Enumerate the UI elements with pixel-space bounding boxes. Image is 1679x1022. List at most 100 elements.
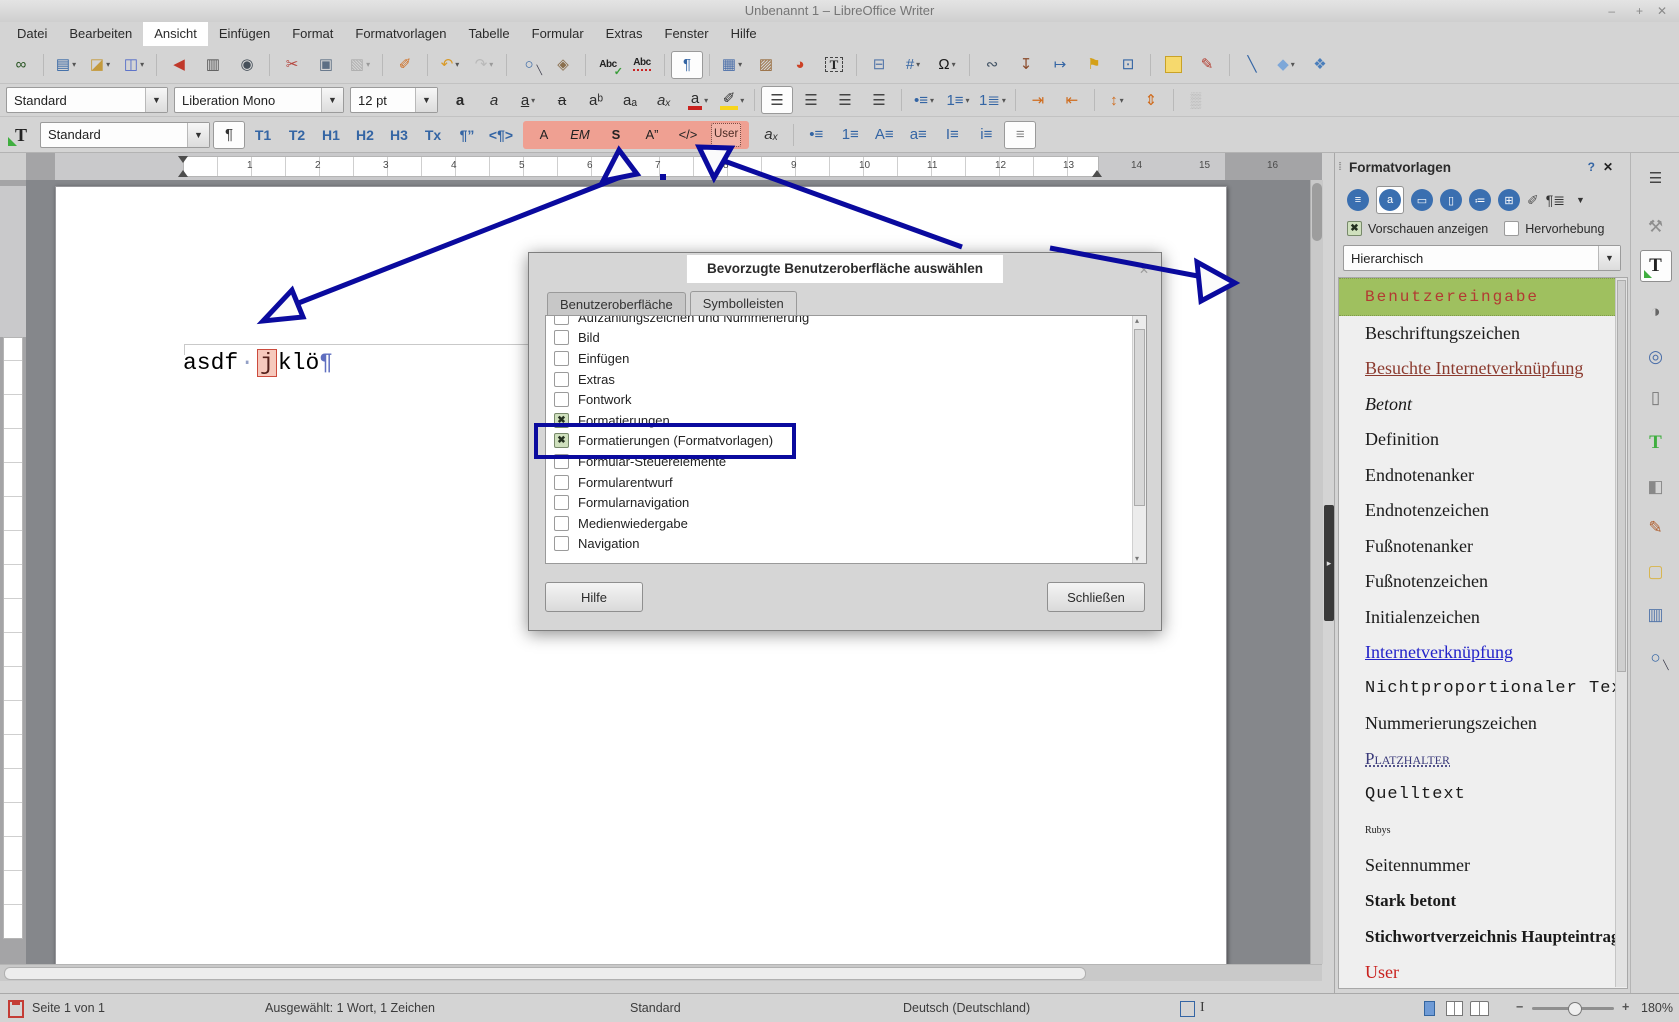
toolbar-list-item[interactable]: Navigation xyxy=(546,534,1133,555)
checkbox[interactable] xyxy=(554,516,569,531)
style-entry[interactable]: Benutzereingabe xyxy=(1339,278,1627,316)
dialog-tab[interactable]: Benutzeroberfläche xyxy=(547,292,686,315)
horizontal-scrollbar[interactable] xyxy=(0,964,1322,981)
toolbar-list-item[interactable]: Medienwiedergabe xyxy=(546,513,1133,534)
dropdown-arrow-icon[interactable]: ▾ xyxy=(738,60,742,69)
upper-roman-list-style-button[interactable]: I≡ xyxy=(936,121,968,149)
dialog-tab[interactable]: Symbolleisten xyxy=(690,291,797,316)
title-style-button[interactable]: T1 xyxy=(247,121,279,149)
toolbar-list-item[interactable]: Formatierungen xyxy=(546,410,1133,431)
find-icon[interactable]: ∞ xyxy=(5,51,37,79)
style-list-scrollbar[interactable] xyxy=(1615,278,1627,987)
previews-checkbox-row[interactable]: Vorschauen anzeigen xyxy=(1347,221,1488,236)
sidebar-close-icon[interactable]: ✕ xyxy=(1603,160,1613,174)
save-status-icon[interactable] xyxy=(8,1000,24,1018)
paragraph-style-select[interactable]: Standard ▼ xyxy=(6,87,168,113)
close-button[interactable]: Schließen xyxy=(1047,582,1145,612)
dropdown-arrow-icon[interactable]: ▾ xyxy=(366,60,370,69)
style-entry[interactable]: Definition xyxy=(1339,422,1627,458)
default-paragraph-style-button[interactable]: ¶ xyxy=(213,121,245,149)
selected-character[interactable]: j xyxy=(257,349,277,377)
selection-count-status[interactable]: Ausgewählt: 1 Wort, 1 Zeichen xyxy=(265,1001,435,1015)
chevron-down-icon[interactable]: ▼ xyxy=(415,88,437,112)
style-entry[interactable]: User xyxy=(1339,955,1627,990)
page-count-status[interactable]: Seite 1 von 1 xyxy=(32,1001,105,1015)
menu-datei[interactable]: Datei xyxy=(6,22,58,46)
undo-icon[interactable]: ↶▾ xyxy=(434,51,466,79)
insert-cross-reference-icon[interactable]: ⊡ xyxy=(1112,51,1144,79)
single-page-view-icon[interactable] xyxy=(1424,1001,1435,1016)
checkbox[interactable] xyxy=(554,454,569,469)
ordered-list-icon[interactable]: 1≡▾ xyxy=(942,86,974,114)
toolbar-list-item[interactable]: Formatierungen (Formatvorlagen) xyxy=(546,431,1133,452)
apply-style-icon[interactable]: T xyxy=(5,121,37,149)
right-indent-marker[interactable] xyxy=(1092,170,1102,177)
style-entry[interactable]: Endnotenzeichen xyxy=(1339,493,1627,529)
style-entry[interactable]: Stark betont xyxy=(1339,884,1627,920)
lower-alpha-list-style-button[interactable]: a≡ xyxy=(902,121,934,149)
first-line-indent-marker[interactable] xyxy=(178,156,188,163)
insert-deck-icon[interactable]: ▥ xyxy=(1641,600,1671,630)
quote-char-style-button[interactable]: A” xyxy=(639,123,665,147)
paragraph-styles-icon[interactable]: ≡ xyxy=(1347,189,1369,211)
horizontal-ruler[interactable]: 12345678910111213141516 xyxy=(26,153,1322,181)
menu-ansicht[interactable]: Ansicht xyxy=(143,22,208,46)
chevron-down-icon[interactable]: ▼ xyxy=(145,88,167,112)
number-list-style-button[interactable]: 1≡ xyxy=(834,121,866,149)
dropdown-arrow-icon[interactable]: ▾ xyxy=(930,96,934,105)
sidebar-grip-icon[interactable]: ⁞⁞ xyxy=(1338,161,1340,173)
dropdown-arrow-icon[interactable]: ▾ xyxy=(1291,60,1295,69)
checkbox[interactable] xyxy=(554,351,569,366)
paragraph-spacing-icon[interactable]: ⇕ xyxy=(1135,86,1167,114)
language-status[interactable]: Deutsch (Deutschland) xyxy=(903,1001,1030,1015)
multi-page-view-icon[interactable] xyxy=(1446,1001,1463,1016)
lower-roman-list-style-button[interactable]: i≡ xyxy=(970,121,1002,149)
checkbox[interactable] xyxy=(554,433,569,448)
checkbox[interactable] xyxy=(554,330,569,345)
style-entry[interactable]: Internetverknüpfung xyxy=(1339,635,1627,671)
align-right-icon[interactable]: ☰ xyxy=(829,86,861,114)
clear-direct-formatting-icon[interactable]: aₓ xyxy=(648,86,680,114)
style-entry[interactable]: Beschriftungszeichen xyxy=(1339,316,1627,352)
sidebar-help-icon[interactable]: ? xyxy=(1588,160,1595,174)
bullet-list-style-button[interactable]: •≡ xyxy=(800,121,832,149)
dropdown-arrow-icon[interactable]: ▾ xyxy=(140,60,144,69)
checkbox[interactable] xyxy=(554,392,569,407)
page-styles-icon[interactable]: ▯ xyxy=(1440,189,1462,211)
properties-deck-icon[interactable]: ⚒ xyxy=(1641,212,1671,242)
spelling-icon[interactable]: Abc xyxy=(592,51,624,79)
special-character-icon[interactable]: Ω▾ xyxy=(931,51,963,79)
checkbox[interactable] xyxy=(554,495,569,510)
toolbar-list-item[interactable]: Fontwork xyxy=(546,389,1133,410)
menu-einfügen[interactable]: Einfügen xyxy=(208,22,281,46)
styles-toolbar-style-select[interactable]: Standard ▼ xyxy=(40,122,210,148)
save-icon[interactable]: ◫▾ xyxy=(118,51,150,79)
dropdown-arrow-icon[interactable]: ▾ xyxy=(916,60,920,69)
toolbar-list-item[interactable]: Bild xyxy=(546,328,1133,349)
manage-changes-deck-icon[interactable]: ◧ xyxy=(1641,472,1671,502)
gallery-deck-icon[interactable]: ◑ xyxy=(1641,297,1671,327)
style-entry[interactable]: Fußnotenanker xyxy=(1339,529,1627,565)
preformatted-style-button[interactable]: <¶> xyxy=(485,121,517,149)
dropdown-arrow-icon[interactable]: ▾ xyxy=(952,60,956,69)
find-deck-icon[interactable]: ○ xyxy=(1641,643,1671,673)
sidebar-collapse-handle[interactable]: ▸ xyxy=(1324,505,1334,621)
insert-endnote-icon[interactable]: ↦ xyxy=(1044,51,1076,79)
user-style-button[interactable]: User xyxy=(711,123,741,147)
style-entry[interactable]: Fußnotenzeichen xyxy=(1339,564,1627,600)
toolbar-list-item[interactable]: Einfügen xyxy=(546,348,1133,369)
style-inspector-deck-icon[interactable]: T xyxy=(1641,428,1671,458)
show-draw-functions-icon[interactable]: ❖ xyxy=(1304,51,1336,79)
dropdown-arrow-icon[interactable]: ▾ xyxy=(966,96,970,105)
checkbox[interactable] xyxy=(554,372,569,387)
basic-shapes-icon[interactable]: ◆▾ xyxy=(1270,51,1302,79)
frame-styles-icon[interactable]: ▭ xyxy=(1411,189,1433,211)
page-deck-icon[interactable]: ▯ xyxy=(1641,383,1671,413)
line-spacing-icon[interactable]: ↕▾ xyxy=(1101,86,1133,114)
style-entry[interactable]: Nichtproportionaler Text xyxy=(1339,671,1627,707)
new-document-icon[interactable]: ▤▾ xyxy=(50,51,82,79)
dropdown-arrow-icon[interactable]: ▾ xyxy=(740,96,744,105)
toolbar-list-item[interactable]: Extras xyxy=(546,369,1133,390)
menu-tabelle[interactable]: Tabelle xyxy=(457,22,520,46)
chevron-down-icon[interactable]: ▼ xyxy=(1598,246,1620,270)
